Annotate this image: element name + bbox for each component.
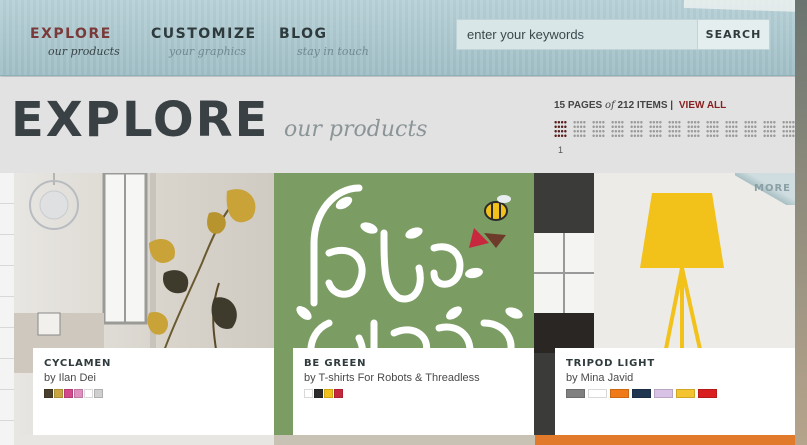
product-info: TRIPOD LIGHT by Mina Javid	[555, 348, 795, 435]
nav-explore-subtitle: our products	[48, 45, 120, 58]
pager-page-button[interactable]	[592, 120, 605, 138]
pager-page-button[interactable]	[782, 120, 795, 138]
color-swatches	[44, 389, 264, 398]
pager-page-button[interactable]	[706, 120, 719, 138]
color-swatch[interactable]	[588, 389, 607, 398]
pager-pages	[554, 120, 807, 138]
pager-summary: 15 PAGES of 212 ITEMS | VIEW ALL	[554, 100, 726, 111]
color-swatch[interactable]	[74, 389, 83, 398]
product-card[interactable]: MORE TRIPOD LIGHT by Mina Javid	[534, 173, 795, 435]
search-box: SEARCH	[456, 19, 770, 50]
nav-blog-title: BLOG	[279, 26, 328, 42]
nav-blog[interactable]: BLOG stay in touch	[279, 26, 369, 58]
current-page-number: 1	[558, 145, 564, 155]
product-title[interactable]: CYCLAMEN	[44, 358, 264, 369]
pager-page-button[interactable]	[573, 120, 586, 138]
more-link[interactable]: MORE	[754, 183, 791, 194]
product-card[interactable]: CYCLAMEN by Ilan Dei	[14, 173, 274, 435]
product-designer[interactable]: by T-shirts For Robots & Threadless	[304, 372, 524, 384]
color-swatch[interactable]	[610, 389, 629, 398]
pager-page-button[interactable]	[554, 120, 567, 138]
color-swatch[interactable]	[324, 389, 333, 398]
pager-of: of	[604, 100, 615, 111]
product-title[interactable]: BE GREEN	[304, 358, 524, 369]
left-edge-strip	[0, 173, 14, 445]
color-swatch[interactable]	[632, 389, 651, 398]
color-swatch[interactable]	[334, 389, 343, 398]
color-swatch[interactable]	[566, 389, 585, 398]
next-card-preview	[274, 435, 535, 445]
color-swatch[interactable]	[676, 389, 695, 398]
tape-decoration	[683, 0, 803, 13]
nav-blog-subtitle: stay in touch	[297, 45, 369, 58]
pager-page-button[interactable]	[649, 120, 662, 138]
color-swatch[interactable]	[44, 389, 53, 398]
color-swatch[interactable]	[698, 389, 717, 398]
product-info: BE GREEN by T-shirts For Robots & Thread…	[293, 348, 534, 435]
pager-pages-count: 15 PAGES	[554, 100, 603, 111]
pager-page-button[interactable]	[611, 120, 624, 138]
next-card-preview	[534, 435, 795, 445]
search-button[interactable]: SEARCH	[697, 20, 769, 49]
pager-page-button[interactable]	[630, 120, 643, 138]
page-subtitle: our products	[284, 117, 428, 142]
nav-explore-title: EXPLORE	[30, 26, 112, 42]
product-card[interactable]: BE GREEN by T-shirts For Robots & Thread…	[274, 173, 534, 435]
product-designer[interactable]: by Mina Javid	[566, 372, 785, 384]
product-info: CYCLAMEN by Ilan Dei	[33, 348, 274, 435]
color-swatch[interactable]	[304, 389, 313, 398]
page-title: EXPLORE	[11, 92, 270, 148]
color-swatch[interactable]	[54, 389, 63, 398]
nav-customize-title: CUSTOMIZE	[151, 26, 257, 42]
color-swatch[interactable]	[84, 389, 93, 398]
product-designer[interactable]: by Ilan Dei	[44, 372, 264, 384]
top-navigation-bar: EXPLORE our products CUSTOMIZE your grap…	[0, 0, 807, 76]
next-card-preview	[14, 435, 275, 445]
search-input[interactable]	[457, 20, 697, 49]
color-swatches	[304, 389, 524, 398]
pager-page-button[interactable]	[744, 120, 757, 138]
pager-page-button[interactable]	[687, 120, 700, 138]
color-swatch[interactable]	[654, 389, 673, 398]
next-row-preview	[14, 435, 795, 445]
pager-page-button[interactable]	[725, 120, 738, 138]
view-all-link[interactable]: VIEW ALL	[679, 100, 726, 111]
color-swatches	[566, 389, 785, 398]
nav-customize[interactable]: CUSTOMIZE your graphics	[151, 26, 257, 58]
color-swatch[interactable]	[314, 389, 323, 398]
color-swatch[interactable]	[64, 389, 73, 398]
pager-page-button[interactable]	[763, 120, 776, 138]
pager-separator: |	[670, 100, 674, 111]
right-edge-strip	[795, 0, 807, 445]
pager-page-button[interactable]	[668, 120, 681, 138]
nav-explore[interactable]: EXPLORE our products	[30, 26, 120, 58]
pager-items-count: 212 ITEMS	[617, 100, 668, 111]
color-swatch[interactable]	[94, 389, 103, 398]
product-title[interactable]: TRIPOD LIGHT	[566, 358, 785, 369]
nav-customize-subtitle: your graphics	[169, 45, 246, 58]
